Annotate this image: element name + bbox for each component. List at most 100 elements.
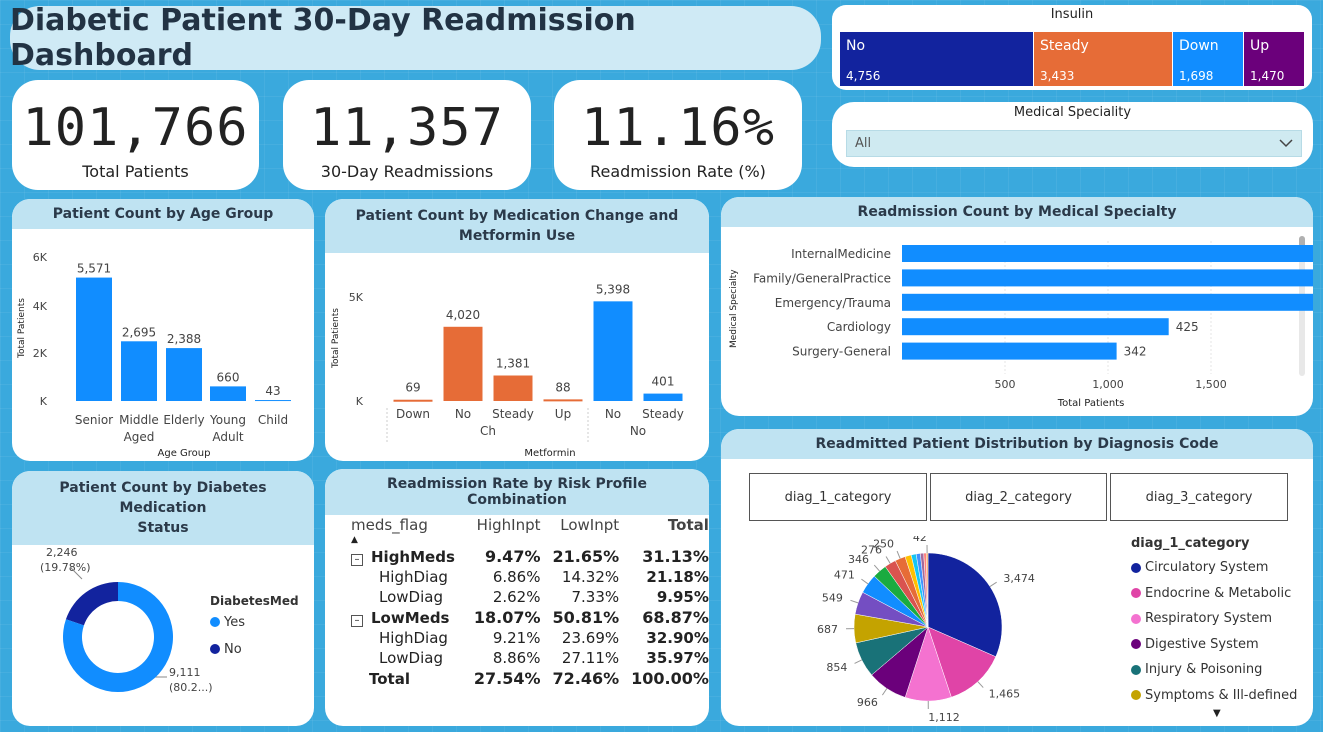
legend-label: Digestive System: [1145, 636, 1259, 652]
collapse-icon[interactable]: –: [351, 614, 363, 627]
leader-line: [977, 681, 984, 688]
x-tick: Steady: [642, 407, 684, 421]
bar[interactable]: [902, 269, 1313, 287]
bar[interactable]: [210, 386, 246, 401]
bar[interactable]: [902, 318, 1169, 336]
kpi-label: 30-Day Readmissions: [320, 162, 494, 181]
column-header[interactable]: LowInpt: [546, 515, 625, 535]
column-header[interactable]: HighInpt: [468, 515, 547, 535]
chart-title-line2: Metformin Use: [458, 228, 576, 244]
dropdown-value: All: [855, 136, 872, 151]
cell: 50.81%: [552, 608, 620, 627]
diag-2-button[interactable]: diag_2_category: [930, 473, 1107, 521]
diag-3-button[interactable]: diag_3_category: [1110, 473, 1288, 521]
group-label: Ch: [480, 424, 496, 438]
diag-1-button[interactable]: diag_1_category: [749, 473, 927, 521]
row-label: Total: [369, 669, 410, 688]
specialty-dropdown[interactable]: All: [846, 130, 1302, 157]
row-label-text: HighMeds: [371, 547, 455, 566]
data-label: 660: [217, 370, 240, 384]
insulin-segment-steady[interactable]: Steady 3,433: [1034, 32, 1172, 86]
legend-dot: [1131, 562, 1141, 573]
bar[interactable]: [121, 341, 157, 401]
legend-item[interactable]: Circulatory System: [1131, 555, 1306, 581]
bar[interactable]: [166, 348, 202, 401]
matrix-row: HighDiag 9.21% 23.69% 32.90%: [345, 628, 709, 648]
matrix-row: – HighMeds 9.47% 21.65% 31.13%: [345, 546, 709, 567]
data-label: 88: [555, 380, 570, 394]
leader-line: [854, 659, 862, 664]
legend-dot: [1131, 639, 1141, 650]
legend-title: DiabetesMed: [210, 594, 299, 608]
legend-title: diag_1_category: [1131, 536, 1250, 551]
specialty-slicer: Medical Speciality All: [832, 102, 1313, 167]
bar[interactable]: [902, 342, 1117, 360]
diabetes-med-card: Patient Count by Diabetes Medication Sta…: [12, 471, 314, 726]
bar[interactable]: [493, 375, 533, 401]
slice-label: 250: [873, 538, 894, 551]
insulin-treemap: Insulin No 4,756 Steady 3,433 Down 1,698…: [832, 5, 1312, 90]
slice-label: 1,465: [989, 688, 1021, 701]
x-tick: 500: [995, 378, 1016, 391]
matrix-table: meds_flag HighInpt LowInpt Total ▲ – High…: [345, 515, 709, 689]
bar[interactable]: [902, 293, 1313, 311]
x-tick: Young: [209, 413, 246, 427]
legend-label-yes: Yes: [223, 615, 245, 630]
slice-label: 687: [817, 623, 838, 636]
kpi-label: Readmission Rate (%): [590, 162, 766, 181]
risk-matrix: meds_flag HighInpt LowInpt Total ▲ – High…: [345, 515, 709, 689]
insulin-segment-up[interactable]: Up 1,470: [1244, 32, 1304, 86]
y-axis-title: Total Patients: [331, 308, 341, 369]
category-label: Surgery-General: [792, 345, 891, 359]
insulin-segment-down[interactable]: Down 1,698: [1173, 32, 1243, 86]
x-tick: Steady: [492, 407, 534, 421]
data-label: 2,388: [167, 332, 201, 346]
slice-label: (19.78%): [40, 561, 91, 574]
legend-item[interactable]: Digestive System: [1131, 632, 1306, 658]
column-header[interactable]: meds_flag: [345, 515, 468, 535]
insulin-segment-no[interactable]: No 4,756: [840, 32, 1033, 86]
kpi-readmissions: 11,357 30-Day Readmissions: [283, 80, 531, 190]
cell: 72.46%: [552, 669, 620, 688]
specialty-chart: 500 1,000 1,500 Total Patients Medical S…: [729, 236, 1313, 409]
legend-dot: [1131, 588, 1141, 599]
legend-item[interactable]: Endocrine & Metabolic: [1131, 581, 1306, 607]
column-header[interactable]: Total: [625, 515, 709, 535]
sort-icon: ▲: [351, 535, 358, 545]
cell: 100.00%: [631, 669, 709, 688]
bar[interactable]: [443, 326, 483, 401]
legend-item[interactable]: Injury & Poisoning: [1131, 657, 1306, 683]
diagnosis-legend: diag_1_category Circulatory System Endocr…: [1131, 536, 1306, 719]
leader-line: [850, 599, 859, 604]
legend-scroll-down-icon[interactable]: ▼: [1213, 708, 1221, 719]
chart-title: Patient Count by Medication Change and M…: [325, 199, 709, 253]
matrix-row: – LowMeds 18.07% 50.81% 68.87%: [345, 607, 709, 628]
legend-item[interactable]: Symptoms & Ill-defined: [1131, 683, 1306, 709]
bar[interactable]: [255, 400, 291, 402]
y-tick: 6K: [33, 251, 48, 264]
bar[interactable]: [902, 245, 1313, 262]
x-axis-title: Metformin: [524, 448, 575, 459]
donut-slice[interactable]: [65, 582, 118, 626]
legend-item[interactable]: Respiratory System: [1131, 606, 1306, 632]
diagnosis-pie-chart: 3,4741,4651,1129668546875494713462762504…: [817, 536, 1035, 724]
bar[interactable]: [543, 399, 583, 402]
chart-title: Patient Count by Age Group: [12, 199, 314, 229]
segment-name: Up: [1250, 38, 1270, 54]
row-label[interactable]: – LowMeds: [345, 607, 468, 628]
bar[interactable]: [393, 399, 433, 402]
y-tick: K: [356, 395, 364, 408]
collapse-icon[interactable]: –: [351, 553, 363, 566]
leader-line: [861, 578, 869, 585]
bar[interactable]: [593, 301, 633, 401]
kpi-value: 11,357: [310, 98, 504, 158]
slice-label: 42: [913, 536, 927, 544]
bar[interactable]: [643, 393, 683, 401]
legend-label: Endocrine & Metabolic: [1145, 585, 1292, 601]
row-label[interactable]: – HighMeds: [345, 546, 468, 567]
bar[interactable]: [76, 277, 112, 401]
diabetes-med-donut: 2,246 (19.78%) 9,111 (80.2...) DiabetesM…: [40, 546, 299, 694]
segment-count: 1,698: [1179, 69, 1214, 83]
chart-title: Readmission Rate by Risk Profile Combina…: [325, 469, 709, 515]
category-label: InternalMedicine: [791, 247, 891, 261]
